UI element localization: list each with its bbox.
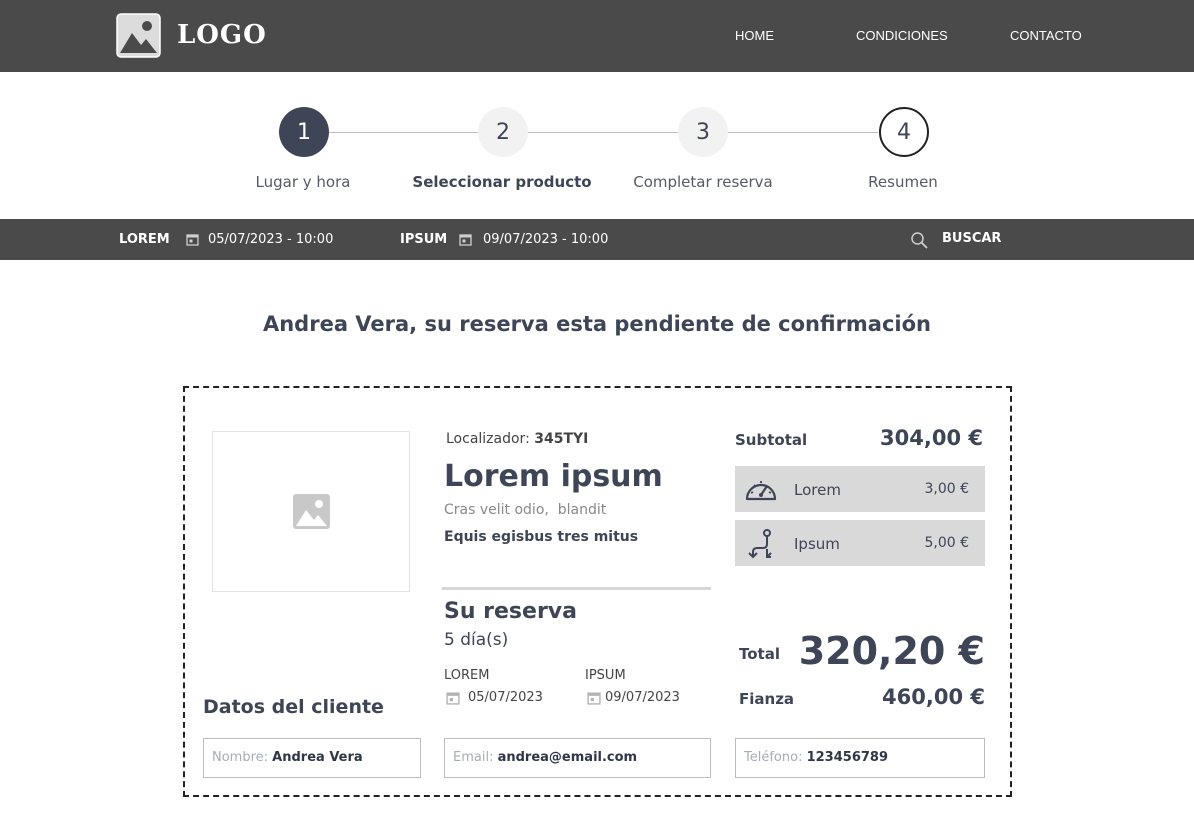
subtotal-label: Subtotal xyxy=(735,431,808,449)
extra-price: 3,00 € xyxy=(924,481,969,497)
step-2-circle[interactable]: 2 xyxy=(478,107,528,157)
step-2-label: Seleccionar producto xyxy=(412,173,592,191)
search-icon xyxy=(911,232,928,249)
deposit-value: 460,00 € xyxy=(882,685,985,709)
nav-contact[interactable]: CONTACTO xyxy=(1010,28,1082,43)
page-title: Andrea Vera, su reserva esta pendiente d… xyxy=(262,312,932,336)
product-image xyxy=(212,431,410,592)
return-date[interactable]: 09/07/2023 - 10:00 xyxy=(483,232,608,247)
step-3-circle[interactable]: 3 xyxy=(678,107,728,157)
email-field-label: Email: xyxy=(453,750,494,765)
reservation-title: Su reserva xyxy=(444,599,577,624)
search-button[interactable]: BUSCAR xyxy=(910,229,1005,251)
search-button-label: BUSCAR xyxy=(942,231,1002,246)
calendar-icon xyxy=(587,692,601,705)
calendar-icon xyxy=(459,234,472,246)
product-feature: Equis egisbus tres mitus xyxy=(444,529,639,545)
total-label: Total xyxy=(739,645,780,663)
reservation-end-label: IPSUM xyxy=(585,668,626,683)
name-field-label: Nombre: xyxy=(212,750,269,765)
step-4-circle[interactable]: 4 xyxy=(879,107,929,157)
image-placeholder-icon xyxy=(293,494,330,529)
speedometer-icon xyxy=(745,481,777,501)
step-connector xyxy=(328,132,478,133)
total-value: 320,20 € xyxy=(798,629,985,673)
image-placeholder-icon[interactable] xyxy=(116,13,161,58)
step-1-label: Lugar y hora xyxy=(255,173,351,191)
phone-field[interactable]: Teléfono: 123456789 xyxy=(735,738,985,778)
search-bar: LOREM 05/07/2023 - 10:00 IPSUM 09/07/202… xyxy=(0,219,1194,260)
pickup-label: LOREM xyxy=(119,232,170,247)
step-1-circle[interactable]: 1 xyxy=(279,107,329,157)
pickup-date[interactable]: 05/07/2023 - 10:00 xyxy=(208,232,333,247)
step-4-label: Resumen xyxy=(868,173,938,191)
phone-field-value: 123456789 xyxy=(806,750,889,765)
reservation-end-date: 09/07/2023 xyxy=(605,690,680,705)
product-title: Lorem ipsum xyxy=(444,459,663,494)
name-field[interactable]: Nombre: Andrea Vera xyxy=(203,738,421,778)
return-label: IPSUM xyxy=(400,232,448,247)
reservation-start-label: LOREM xyxy=(444,668,490,683)
locator-label: Localizador: xyxy=(446,431,530,447)
email-field[interactable]: Email: andrea@email.com xyxy=(444,738,711,778)
nav-conditions[interactable]: CONDICIONES xyxy=(856,28,948,43)
locator-value: 345TYI xyxy=(534,431,589,447)
subtotal-value: 304,00 € xyxy=(880,426,983,450)
reservation-start-date: 05/07/2023 xyxy=(468,690,543,705)
locator: Localizador: 345TYI xyxy=(446,431,588,447)
phone-field-label: Teléfono: xyxy=(744,750,803,765)
step-connector xyxy=(728,132,878,133)
product-subtitle: Cras velit odio, blandit xyxy=(444,502,607,518)
section-divider xyxy=(442,587,711,590)
extra-name: Ipsum xyxy=(794,535,840,553)
step-connector xyxy=(528,132,678,133)
extra-item: Ipsum 5,00 € xyxy=(735,520,985,566)
calendar-icon xyxy=(186,234,199,246)
logo-text[interactable]: LOGO xyxy=(177,20,267,50)
step-3-label: Completar reserva xyxy=(633,173,773,191)
deposit-label: Fianza xyxy=(739,690,795,708)
name-field-value: Andrea Vera xyxy=(272,750,363,765)
email-field-value: andrea@email.com xyxy=(497,750,638,765)
route-icon xyxy=(748,529,772,559)
extra-name: Lorem xyxy=(794,481,841,499)
extra-price: 5,00 € xyxy=(924,535,969,551)
calendar-icon xyxy=(446,692,460,705)
reservation-days: 5 día(s) xyxy=(444,630,509,650)
top-header: LOGO HOME CONDICIONES CONTACTO xyxy=(0,0,1194,72)
client-section-title: Datos del cliente xyxy=(203,696,384,718)
extra-item: Lorem 3,00 € xyxy=(735,466,985,512)
nav-home[interactable]: HOME xyxy=(735,28,774,43)
